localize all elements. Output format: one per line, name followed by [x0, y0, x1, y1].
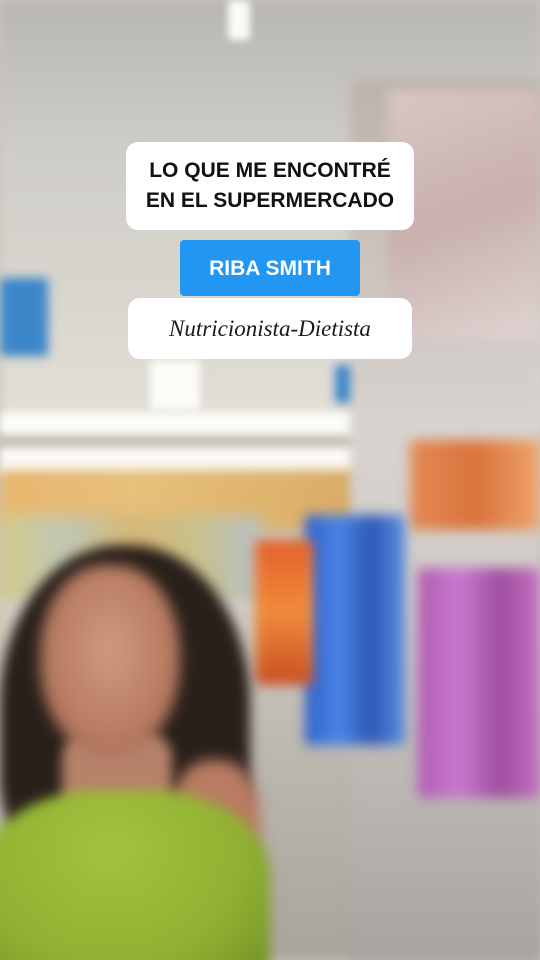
headline-line-2: EN EL SUPERMERCADO: [145, 189, 395, 212]
product-display: [410, 440, 540, 530]
headline-caption: LO QUE ME ENCONTRÉ EN EL SUPERMERCADO: [0, 142, 540, 230]
headline-box: LO QUE ME ENCONTRÉ EN EL SUPERMERCADO: [126, 142, 414, 230]
person-shirt: [0, 790, 270, 960]
product-display: [418, 568, 540, 798]
brand-badge: RIBA SMITH: [180, 240, 360, 296]
headline-line-1: LO QUE ME ENCONTRÉ: [149, 159, 391, 182]
subtitle-caption: Nutricionista-Dietista: [0, 298, 540, 359]
product-display: [305, 515, 405, 745]
ceiling-light: [0, 412, 390, 434]
video-frame[interactable]: LO QUE ME ENCONTRÉ EN EL SUPERMERCADO RI…: [0, 0, 540, 960]
person-face: [40, 565, 180, 755]
product-display: [255, 540, 313, 685]
ceiling-light: [150, 360, 200, 410]
brand-caption: RIBA SMITH: [0, 240, 540, 296]
ceiling-light: [228, 0, 250, 40]
subtitle-box: Nutricionista-Dietista: [128, 298, 412, 359]
